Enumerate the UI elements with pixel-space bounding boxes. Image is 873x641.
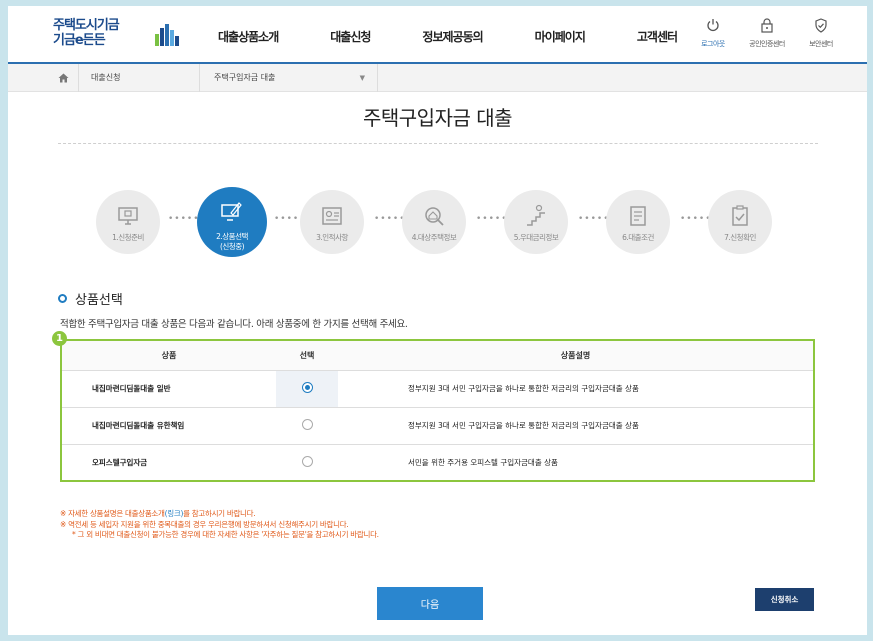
step-7-label: 7.신청확인 <box>724 233 756 242</box>
next-button[interactable]: 다음 <box>377 587 483 620</box>
product-description: 서민을 위한 주거용 오피스텔 구입자금대출 상품 <box>408 457 558 467</box>
notice-list: ※ 자세한 상품설명은 대출상품소개(링크)를 참고하시기 바랍니다. ※ 역전… <box>60 509 379 541</box>
notice-1-pre: ※ 자세한 상품설명은 대출상품소개 <box>60 509 165 518</box>
step-1-label: 1.신청준비 <box>112 233 144 242</box>
nav-item-consent[interactable]: 정보제공동의 <box>422 28 483 45</box>
step-2-sublabel: (신청중) <box>219 242 245 251</box>
logo-line1: 주택도시기금 <box>53 18 120 33</box>
table-header-row: 상품 선택 상품설명 <box>61 340 814 371</box>
notice-3: * 그 외 비대면 대출신청이 불가능한 경우에 대한 자세한 사항은 '자주하… <box>72 530 379 539</box>
step-connector: ••••• <box>168 214 200 224</box>
power-icon <box>686 16 740 34</box>
step-3[interactable]: 3.인적사항 <box>300 190 364 254</box>
monitor-icon <box>118 207 138 225</box>
notice-1-post: 를 참고하시기 바랍니다. <box>183 509 256 518</box>
step-6-label: 6.대출조건 <box>622 233 654 242</box>
step-2[interactable]: 2.상품선택 (신청중) <box>197 187 267 257</box>
home-button[interactable] <box>48 64 78 92</box>
breadcrumb-level2-label: 주택구입자금 대출 <box>214 73 276 82</box>
site-logo[interactable]: 주택도시기금 기금e든든 <box>53 18 179 48</box>
notice-1: ※ 자세한 상품설명은 대출상품소개(링크)를 참고하시기 바랍니다. <box>60 509 379 520</box>
product-select-cell <box>276 407 338 445</box>
product-radio-2[interactable] <box>301 419 313 430</box>
step-2-label: 2.상품선택 (신청중) <box>197 232 267 252</box>
product-radio-1[interactable] <box>301 382 313 393</box>
header-description: 상품설명 <box>338 340 814 371</box>
header: 주택도시기금 기금e든든 대출상품소개 대출신청 정보제공동의 마이페이지 고객… <box>8 6 867 64</box>
product-select-cell <box>276 370 338 408</box>
annotation-marker: 1 <box>52 331 67 346</box>
document-icon <box>630 206 646 226</box>
step-4[interactable]: 4.대상주택정보 <box>402 190 466 254</box>
step-connector: ••••• <box>680 214 712 224</box>
step-connector: ••••• <box>374 214 406 224</box>
shield-icon <box>794 16 848 34</box>
product-table: 상품 선택 상품설명 내집마련디딤돌대출 일반 정부지원 3대 서민 구입자금을… <box>60 339 815 482</box>
header-select: 선택 <box>276 340 338 371</box>
utility-menu: 로그아웃 공인인증센터 보안센터 <box>686 16 848 49</box>
app-window: 주택도시기금 기금e든든 대출상품소개 대출신청 정보제공동의 마이페이지 고객… <box>8 6 867 635</box>
cert-center-label: 공인인증센터 <box>749 40 785 48</box>
notice-2: ※ 역전세 등 세입자 지원을 위한 중복대출의 경우 우리은행에 방문하셔서 … <box>60 519 349 529</box>
nav-item-mypage[interactable]: 마이페이지 <box>535 28 586 45</box>
main-nav: 대출상품소개 대출신청 정보제공동의 마이페이지 고객센터 <box>218 28 729 45</box>
nav-item-products[interactable]: 대출상품소개 <box>218 28 279 45</box>
product-name: 내집마련디딤돌대출 일반 <box>61 370 276 408</box>
breadcrumb-level1[interactable]: 대출신청 <box>78 64 200 92</box>
step-1[interactable]: 1.신청준비 <box>96 190 160 254</box>
id-card-icon <box>322 207 342 225</box>
cancel-application-button[interactable]: 신청취소 <box>755 588 814 611</box>
step-3-label: 3.인적사항 <box>316 233 348 242</box>
product-name: 내집마련디딤돌대출 유한책임 <box>61 407 276 445</box>
logo-bars-icon <box>155 24 179 46</box>
breadcrumb: 대출신청 주택구입자금 대출 ▼ <box>8 64 867 92</box>
breadcrumb-level2-dropdown[interactable]: 주택구입자금 대출 ▼ <box>200 64 378 92</box>
table-row[interactable]: 내집마련디딤돌대출 유한책임 정부지원 3대 서민 구입자금을 하나로 통합한 … <box>61 407 814 445</box>
stairs-coin-icon <box>527 204 545 226</box>
security-center-label: 보안센터 <box>809 40 833 48</box>
section-title-text: 상품선택 <box>75 293 123 308</box>
circle-bullet-icon <box>58 294 67 303</box>
step-7[interactable]: 7.신청확인 <box>708 190 772 254</box>
table-row[interactable]: 오피스텔구입자금 서민을 위한 주거용 오피스텔 구입자금대출 상품 <box>61 444 814 481</box>
logo-line2: 기금e든든 <box>53 33 106 48</box>
caret-down-icon: ▼ <box>359 74 365 82</box>
logout-button[interactable]: 로그아웃 <box>686 16 740 49</box>
step-6[interactable]: 6.대출조건 <box>606 190 670 254</box>
product-description: 정부지원 3대 서민 구입자금을 하나로 통합한 저금리의 구입자금대출 상품 <box>338 407 814 445</box>
home-icon <box>58 73 68 83</box>
checklist-icon <box>732 205 748 226</box>
step-5-label: 5.우대금리정보 <box>513 233 559 242</box>
product-radio-3[interactable] <box>301 455 313 467</box>
section-title: 상품선택 <box>58 289 123 308</box>
product-description: 정부지원 3대 서민 구입자금을 하나로 통합한 저금리의 구입자금대출 상품 <box>338 370 814 408</box>
step-4-label: 4.대상주택정보 <box>411 233 457 242</box>
nav-item-support[interactable]: 고객센터 <box>637 28 678 45</box>
cert-center-button[interactable]: 공인인증센터 <box>740 16 794 49</box>
step-connector: ••••• <box>578 214 610 224</box>
table-row[interactable]: 내집마련디딤돌대출 일반 정부지원 3대 서민 구입자금을 하나로 통합한 저금… <box>61 370 814 408</box>
product-info-link[interactable]: (링크) <box>165 509 184 518</box>
step-progress: 1.신청준비 ••••• 2.상품선택 (신청중) ••••• 3.인적사항 •… <box>8 176 867 276</box>
logout-label: 로그아웃 <box>701 40 725 48</box>
lock-icon <box>740 16 794 34</box>
breadcrumb-level1-label: 대출신청 <box>91 73 121 82</box>
product-name: 오피스텔구입자금 <box>92 457 148 467</box>
title-divider <box>58 143 818 144</box>
step-5[interactable]: 5.우대금리정보 <box>504 190 568 254</box>
house-search-icon <box>425 207 444 226</box>
section-description: 적합한 주택구입자금 대출 상품은 다음과 같습니다. 아래 상품중에 한 가지… <box>60 319 408 330</box>
security-center-button[interactable]: 보안센터 <box>794 16 848 49</box>
header-product: 상품 <box>61 340 276 371</box>
step-connector: ••••• <box>476 214 508 224</box>
product-select-cell <box>276 444 338 481</box>
page-title: 주택구입자금 대출 <box>362 106 513 130</box>
nav-item-apply[interactable]: 대출신청 <box>330 28 371 45</box>
step-2-label-text: 2.상품선택 <box>216 232 248 241</box>
pen-screen-icon <box>221 202 242 221</box>
